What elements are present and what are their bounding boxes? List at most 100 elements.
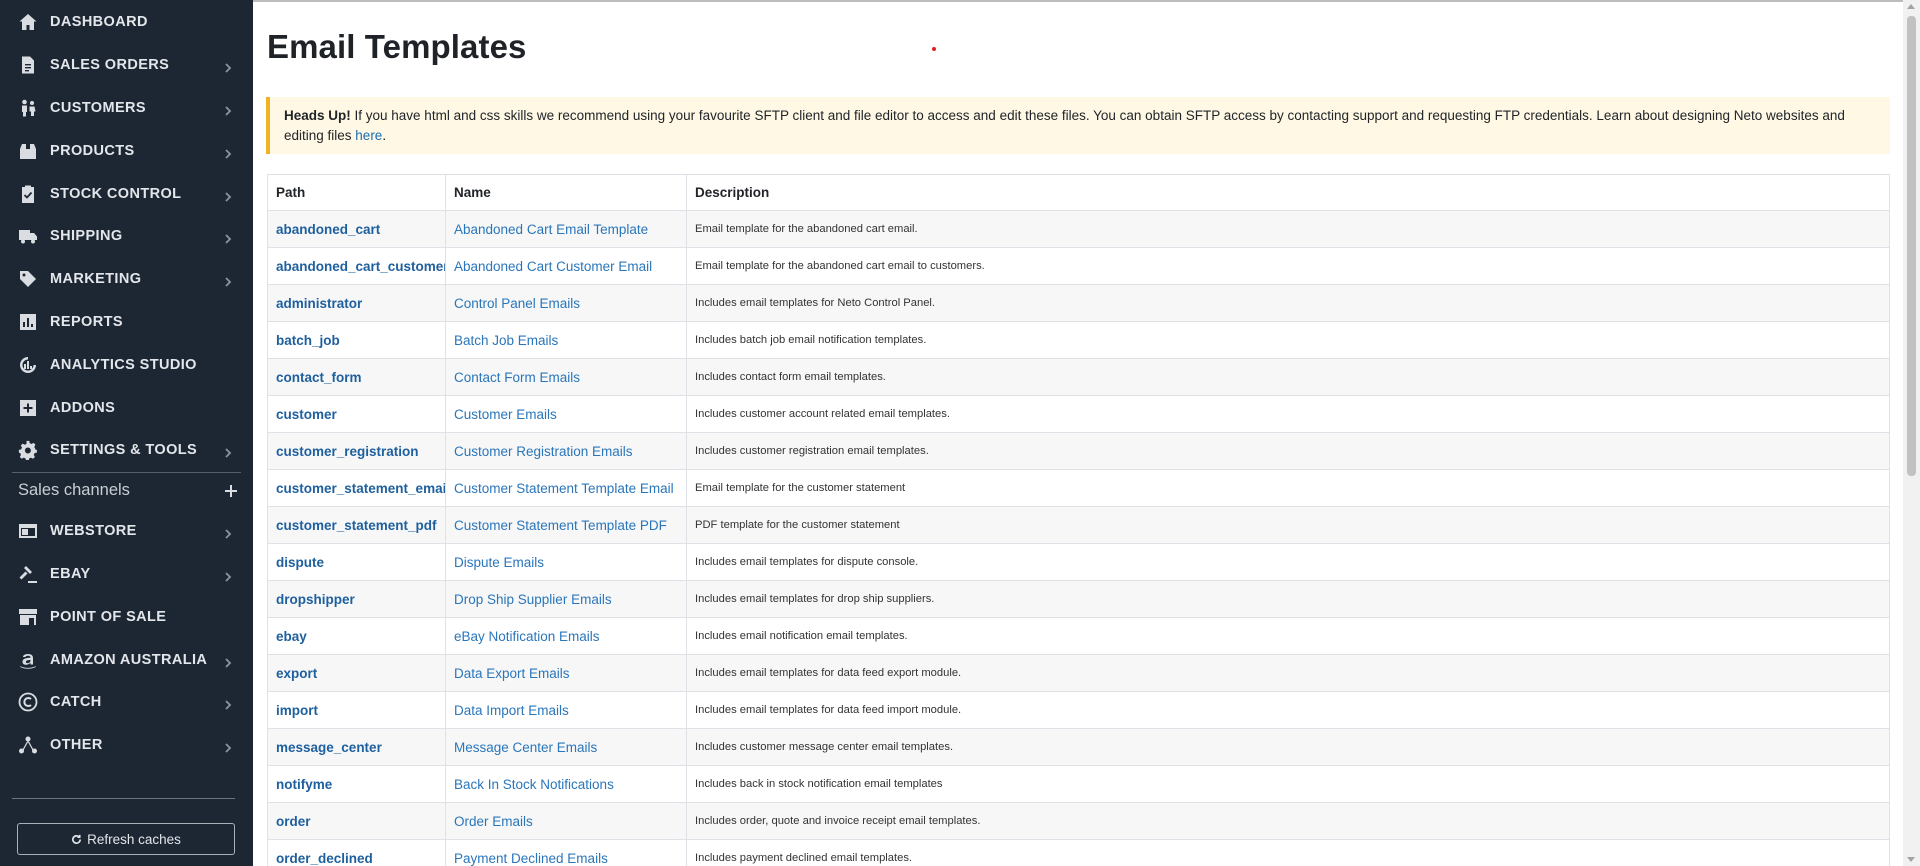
- sidebar-item-label: WEBSTORE: [50, 523, 137, 540]
- refresh-caches-button[interactable]: Refresh caches: [17, 823, 235, 855]
- template-path-link[interactable]: ebay: [267, 617, 446, 655]
- template-name-link[interactable]: Abandoned Cart Customer Email: [445, 247, 687, 285]
- template-path-link[interactable]: order_declined: [267, 839, 446, 866]
- alert-here-link[interactable]: here: [355, 128, 382, 143]
- template-description: Includes customer account related email …: [686, 395, 1890, 433]
- template-path-link[interactable]: customer_statement_email: [267, 469, 446, 507]
- users-icon: [18, 98, 38, 118]
- sidebar-item-webstore[interactable]: WEBSTORE: [0, 510, 253, 553]
- table-row: export Data Export Emails Includes email t…: [267, 654, 1890, 692]
- template-path-link[interactable]: abandoned_cart_customer: [267, 247, 446, 285]
- template-name-link[interactable]: Message Center Emails: [445, 728, 687, 766]
- refresh-caches-label: Refresh caches: [87, 831, 181, 847]
- template-name-link[interactable]: Contact Form Emails: [445, 358, 687, 396]
- network-icon: [18, 735, 38, 755]
- template-name-link[interactable]: Customer Registration Emails: [445, 432, 687, 470]
- template-name-link[interactable]: Control Panel Emails: [445, 284, 687, 322]
- table-row: abandoned_cart_customer Abandoned Cart Cu…: [267, 247, 1890, 285]
- template-name-link[interactable]: Payment Declined Emails: [445, 839, 687, 866]
- template-name-link[interactable]: Customer Statement Template Email: [445, 469, 687, 507]
- scroll-up-arrow[interactable]: [1907, 4, 1915, 9]
- chevron-right-icon: [223, 146, 233, 159]
- scroll-down-arrow[interactable]: [1907, 857, 1915, 862]
- sidebar-item-products[interactable]: PRODUCTS: [0, 129, 253, 172]
- template-description: Includes email templates for data feed e…: [686, 654, 1890, 692]
- sidebar-item-dashboard[interactable]: DASHBOARD: [0, 1, 253, 44]
- template-path-link[interactable]: dropshipper: [267, 580, 446, 618]
- template-path-link[interactable]: dispute: [267, 543, 446, 581]
- truck-icon: [18, 226, 38, 246]
- table-header-row: Path Name Description: [267, 174, 1890, 211]
- alert-strong: Heads Up!: [284, 108, 351, 123]
- chevron-right-icon: [223, 445, 233, 458]
- sidebar-item-other[interactable]: OTHER: [0, 724, 253, 767]
- sales-channels-header: Sales channels: [0, 473, 253, 509]
- sidebar-item-label: MARKETING: [50, 271, 142, 288]
- table-row: customer Customer Emails Includes customer…: [267, 395, 1890, 433]
- template-description: Includes email templates for Neto Contro…: [686, 284, 1890, 322]
- table-row: order Order Emails Includes order, quote a…: [267, 802, 1890, 840]
- gear-icon: [18, 440, 38, 461]
- sidebar-item-label: SHIPPING: [50, 228, 123, 245]
- column-header-name: Name: [445, 174, 687, 211]
- template-description: Includes payment declined email template…: [686, 839, 1890, 866]
- table-row: dispute Dispute Emails Includes email temp…: [267, 543, 1890, 581]
- template-name-link[interactable]: Dispute Emails: [445, 543, 687, 581]
- template-path-link[interactable]: abandoned_cart: [267, 210, 446, 248]
- chevron-right-icon: [223, 655, 233, 668]
- add-channel-icon[interactable]: [223, 483, 239, 499]
- template-path-link[interactable]: batch_job: [267, 321, 446, 359]
- column-header-description: Description: [686, 174, 1890, 211]
- table-row: message_center Message Center Emails Inclu…: [267, 728, 1890, 766]
- template-name-link[interactable]: Data Export Emails: [445, 654, 687, 692]
- sidebar-item-reports[interactable]: REPORTS: [0, 301, 253, 344]
- sidebar-item-analytics-studio[interactable]: ANALYTICS STUDIO: [0, 343, 253, 386]
- main-nav: DASHBOARD SALES ORDERS CUSTOMERS PRODUCTS ST…: [0, 0, 253, 472]
- sidebar-item-point-of-sale[interactable]: POINT OF SALE: [0, 595, 253, 638]
- template-path-link[interactable]: export: [267, 654, 446, 692]
- sidebar-item-ebay[interactable]: EBAY: [0, 553, 253, 596]
- template-path-link[interactable]: notifyme: [267, 765, 446, 803]
- template-path-link[interactable]: contact_form: [267, 358, 446, 396]
- template-name-link[interactable]: Back In Stock Notifications: [445, 765, 687, 803]
- templates-table: Path Name Description abandoned_cart Aban…: [267, 174, 1890, 866]
- template-name-link[interactable]: Batch Job Emails: [445, 321, 687, 359]
- file-icon: [18, 55, 38, 75]
- sidebar-item-stock-control[interactable]: STOCK CONTROL: [0, 172, 253, 215]
- template-path-link[interactable]: administrator: [267, 284, 446, 322]
- template-description: Includes email notification email templa…: [686, 617, 1890, 655]
- template-path-link[interactable]: message_center: [267, 728, 446, 766]
- template-description: Includes batch job email notification te…: [686, 321, 1890, 359]
- template-path-link[interactable]: order: [267, 802, 446, 840]
- sidebar-item-catch[interactable]: CATCH: [0, 681, 253, 724]
- template-path-link[interactable]: customer_statement_pdf: [267, 506, 446, 544]
- scrollbar-thumb[interactable]: [1907, 16, 1916, 476]
- sidebar-item-addons[interactable]: ADDONS: [0, 386, 253, 429]
- template-description: Email template for the abandoned cart em…: [686, 247, 1890, 285]
- template-name-link[interactable]: eBay Notification Emails: [445, 617, 687, 655]
- template-name-link[interactable]: Customer Statement Template PDF: [445, 506, 687, 544]
- sidebar-item-marketing[interactable]: MARKETING: [0, 258, 253, 301]
- sidebar-item-label: ADDONS: [50, 399, 116, 416]
- page-scrollbar[interactable]: [1903, 0, 1920, 866]
- sidebar-item-amazon-australia[interactable]: AMAZON AUSTRALIA: [0, 638, 253, 681]
- template-name-link[interactable]: Abandoned Cart Email Template: [445, 210, 687, 248]
- sidebar-item-label: PRODUCTS: [50, 142, 135, 159]
- sidebar-item-shipping[interactable]: SHIPPING: [0, 215, 253, 258]
- template-path-link[interactable]: customer_registration: [267, 432, 446, 470]
- sidebar-item-customers[interactable]: CUSTOMERS: [0, 87, 253, 130]
- template-name-link[interactable]: Customer Emails: [445, 395, 687, 433]
- chevron-right-icon: [223, 103, 233, 116]
- table-row: customer_statement_pdf Customer Statement…: [267, 506, 1890, 544]
- template-description: Includes email templates for data feed i…: [686, 691, 1890, 729]
- plus-square-icon: [18, 398, 38, 418]
- template-name-link[interactable]: Data Import Emails: [445, 691, 687, 729]
- template-name-link[interactable]: Order Emails: [445, 802, 687, 840]
- sidebar-item-label: OTHER: [50, 737, 103, 754]
- template-path-link[interactable]: customer: [267, 395, 446, 433]
- template-path-link[interactable]: import: [267, 691, 446, 729]
- sidebar-item-sales-orders[interactable]: SALES ORDERS: [0, 44, 253, 87]
- sidebar-item-settings-and-tools[interactable]: SETTINGS & TOOLS: [0, 429, 253, 472]
- template-name-link[interactable]: Drop Ship Supplier Emails: [445, 580, 687, 618]
- template-description: Includes customer message center email t…: [686, 728, 1890, 766]
